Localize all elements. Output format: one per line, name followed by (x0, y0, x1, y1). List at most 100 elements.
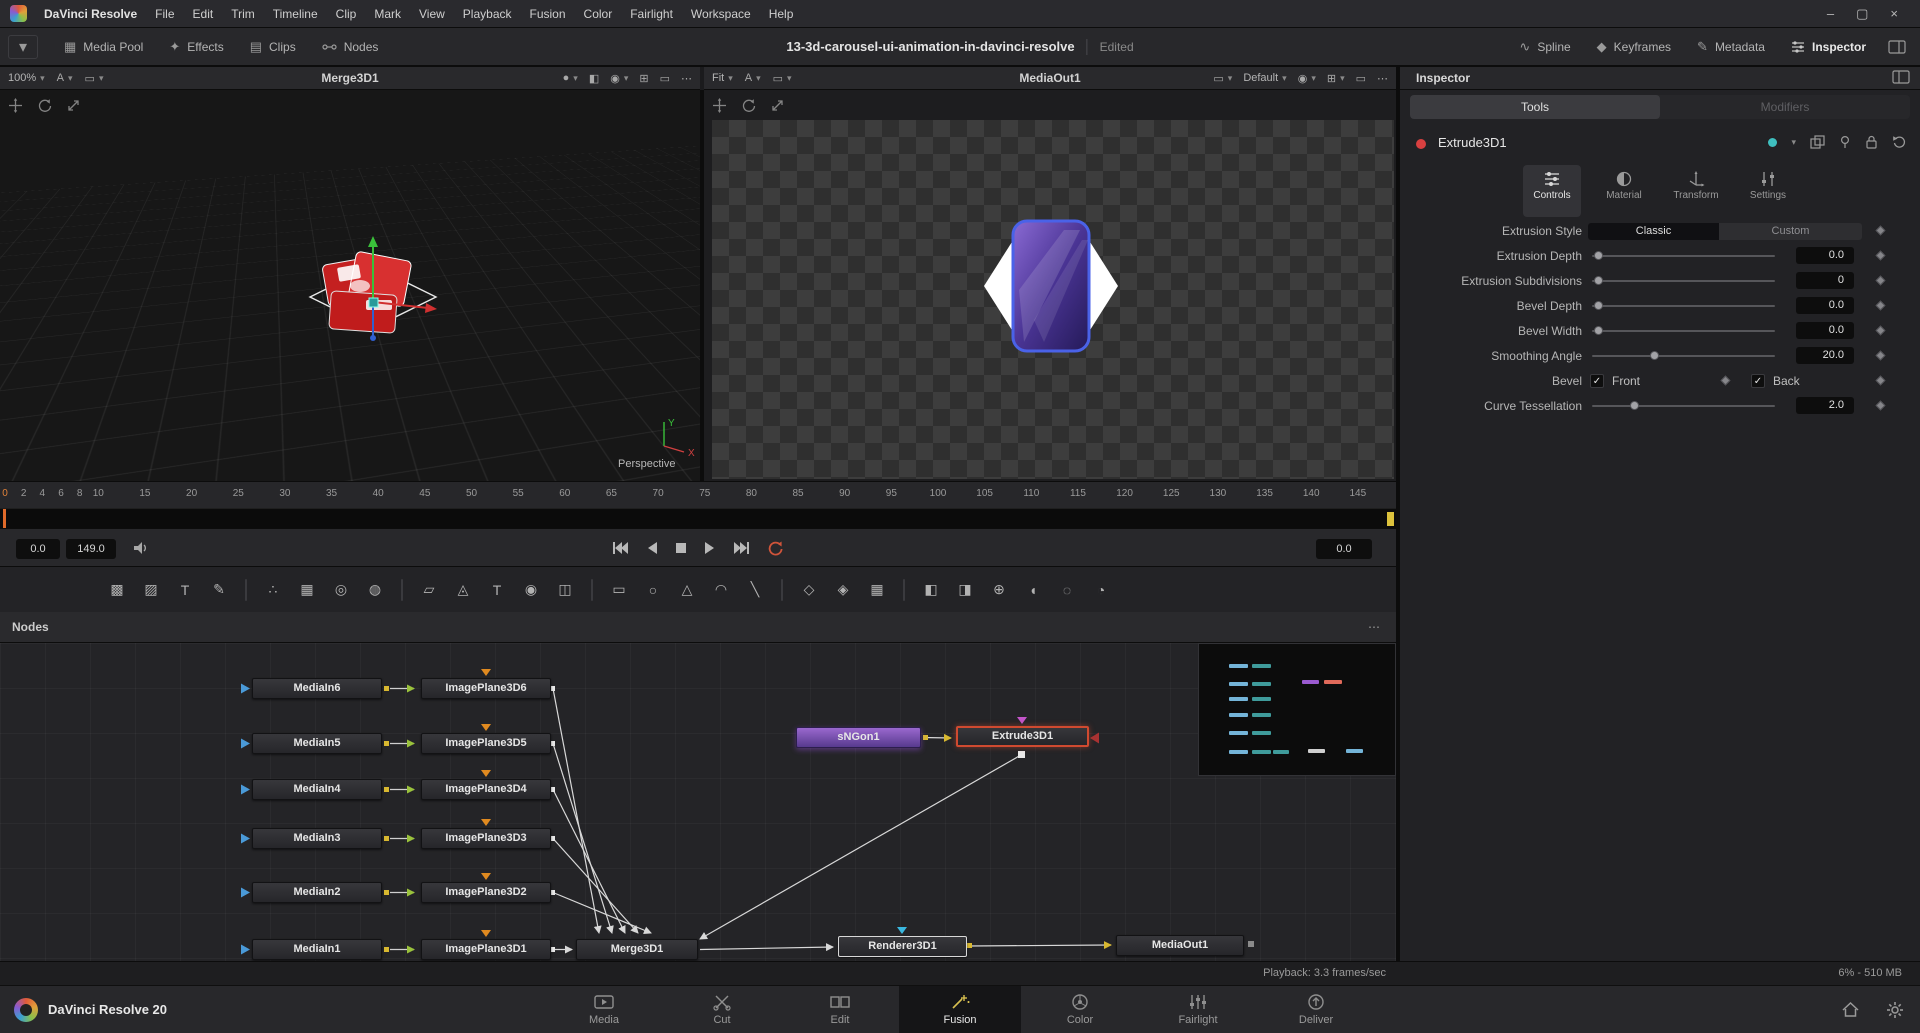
left-viewer-color-dropdown[interactable]: ●▾ (563, 72, 578, 84)
node-color-dot-icon[interactable] (1416, 139, 1426, 149)
perspective-label[interactable]: Perspective (618, 458, 675, 470)
subtab-material[interactable]: Material (1595, 165, 1653, 217)
extrusion-subdivisions-slider[interactable] (1592, 280, 1775, 282)
menu-item[interactable]: Fairlight (621, 0, 682, 28)
planartracker-tool-icon[interactable]: ◈ (830, 577, 856, 603)
bspline-mask-tool-icon[interactable]: ◠ (708, 577, 734, 603)
scale-icon[interactable] (66, 98, 81, 113)
smoothing-angle-value[interactable]: 20.0 (1796, 347, 1854, 364)
keyframe-diamond[interactable] (1876, 251, 1886, 261)
menu-item[interactable]: Timeline (264, 0, 327, 28)
glow-tool-icon[interactable]: ◔ (1088, 577, 1114, 603)
playhead[interactable] (3, 509, 6, 528)
minimize-button[interactable]: – (1827, 6, 1834, 22)
audio-mute-icon[interactable] (132, 540, 150, 556)
subtab-controls[interactable]: Controls (1523, 165, 1581, 217)
menu-item[interactable]: Fusion (521, 0, 575, 28)
menu-item[interactable]: Workspace (682, 0, 760, 28)
toolbar-separator[interactable] (401, 579, 403, 601)
timeline-scrubber[interactable] (0, 508, 1396, 528)
page-edit[interactable]: Edit (781, 986, 899, 1033)
node-mediain6[interactable]: MediaIn6 (252, 678, 382, 699)
keyframe-diamond[interactable] (1876, 226, 1886, 236)
transform-tool-icon[interactable]: ⊕ (986, 577, 1012, 603)
tracker-tool-icon[interactable]: ◇ (796, 577, 822, 603)
page-deliver[interactable]: Deliver (1257, 986, 1375, 1033)
menu-item[interactable]: Mark (365, 0, 410, 28)
left-viewer-grid-icon[interactable]: ⊞ (639, 72, 648, 85)
left-viewer-display-dropdown[interactable]: ▭▾ (85, 72, 104, 85)
maximize-button[interactable]: ▢ (1856, 6, 1868, 22)
toolbar-separator[interactable] (245, 579, 247, 601)
go-to-start-button[interactable] (612, 541, 629, 555)
right-viewer-channel-dropdown[interactable]: ◉▾ (1298, 72, 1316, 85)
timeline-ruler[interactable]: 0246810152025303540455055606570758085909… (0, 481, 1396, 508)
blur-tool-icon[interactable]: ◌ (1054, 577, 1080, 603)
gridwarp-tool-icon[interactable]: ▦ (864, 577, 890, 603)
menu-item[interactable]: Color (575, 0, 622, 28)
node-mediain3[interactable]: MediaIn3 (252, 828, 382, 849)
node-imageplane3d1[interactable]: ImagePlane3D1 (421, 939, 551, 960)
right-viewer-options-icon[interactable]: ⋯ (1377, 72, 1388, 85)
left-viewer-split-icon[interactable]: ◧ (589, 72, 599, 85)
prender-tool-icon[interactable]: ◍ (362, 577, 388, 603)
pan-icon[interactable] (8, 98, 23, 113)
right-viewer-grid-dropdown[interactable]: ⊞▾ (1327, 72, 1345, 85)
toolbar-separator[interactable] (591, 579, 593, 601)
node-tile-color-icon[interactable] (1768, 138, 1777, 147)
left-viewer-canvas[interactable]: Y X Perspective (0, 90, 700, 481)
keyframe-diamond[interactable] (1876, 301, 1886, 311)
panel-collapse-button[interactable]: ▾ (8, 35, 38, 59)
node-imageplane3d4[interactable]: ImagePlane3D4 (421, 779, 551, 800)
node-mediain2[interactable]: MediaIn2 (252, 882, 382, 903)
left-viewer-channel-dropdown[interactable]: ◉▾ (610, 72, 628, 85)
menu-app[interactable]: DaVinci Resolve (35, 0, 146, 28)
rotate-icon[interactable] (741, 98, 756, 113)
clips-button[interactable]: ▤ Clips (250, 39, 296, 55)
media-pool-button[interactable]: ▦ Media Pool (64, 39, 143, 55)
nodes-options-icon[interactable]: ⋯ (1368, 612, 1382, 642)
rotate-icon[interactable] (37, 98, 52, 113)
pimageemitter-tool-icon[interactable]: ▦ (294, 577, 320, 603)
menu-item[interactable]: Playback (454, 0, 521, 28)
left-viewer-subview-dropdown[interactable]: A▾ (57, 72, 73, 84)
right-viewer-frame-icon[interactable]: ▭ (1356, 72, 1366, 85)
menu-item[interactable]: Clip (327, 0, 366, 28)
node-mediain1[interactable]: MediaIn1 (252, 939, 382, 960)
bevel-back-checkbox[interactable]: ✓ (1751, 374, 1765, 388)
scale-icon[interactable] (770, 98, 785, 113)
extrusion-depth-slider[interactable] (1592, 255, 1775, 257)
fastnoise-tool-icon[interactable]: ▨ (138, 577, 164, 603)
bevel-width-slider[interactable] (1592, 330, 1775, 332)
node-color-chevron-icon[interactable]: ▾ (1791, 137, 1796, 148)
camera3d-tool-icon[interactable]: ◫ (552, 577, 578, 603)
left-viewer-zoom-dropdown[interactable]: 100%▾ (8, 72, 45, 84)
dissolve-tool-icon[interactable]: ◨ (952, 577, 978, 603)
page-media[interactable]: Media (545, 986, 663, 1033)
node-imageplane3d5[interactable]: ImagePlane3D5 (421, 733, 551, 754)
stop-button[interactable] (675, 542, 687, 554)
menu-item[interactable]: View (410, 0, 454, 28)
node-renderer3d1[interactable]: Renderer3D1 (838, 936, 967, 957)
settings-gear-icon[interactable] (1886, 1001, 1904, 1019)
inspector-expand-icon[interactable] (1892, 70, 1910, 84)
menu-item[interactable]: Trim (222, 0, 264, 28)
versions-icon[interactable] (1810, 135, 1825, 149)
rectangle-mask-tool-icon[interactable]: ▭ (606, 577, 632, 603)
play-button[interactable] (703, 541, 717, 555)
page-fusion[interactable]: Fusion (899, 986, 1021, 1033)
keyframe-diamond[interactable] (1876, 326, 1886, 336)
effects-button[interactable]: ✦ Effects (169, 39, 223, 55)
extrusion-depth-value[interactable]: 0.0 (1796, 247, 1854, 264)
tab-modifiers[interactable]: Modifiers (1660, 95, 1910, 119)
textplus-tool-icon[interactable]: T (172, 577, 198, 603)
bevel-depth-value[interactable]: 0.0 (1796, 297, 1854, 314)
subtab-transform[interactable]: Transform (1667, 165, 1725, 217)
keyframe-diamond[interactable] (1876, 376, 1886, 386)
node-merge3d1[interactable]: Merge3D1 (576, 939, 698, 960)
background-tool-icon[interactable]: ▩ (104, 577, 130, 603)
left-viewer-options-icon[interactable]: ⋯ (681, 72, 692, 85)
right-viewer-canvas[interactable] (704, 90, 1396, 481)
home-icon[interactable] (1841, 1001, 1860, 1018)
extrusion-style-custom-button[interactable]: Custom (1719, 223, 1862, 240)
